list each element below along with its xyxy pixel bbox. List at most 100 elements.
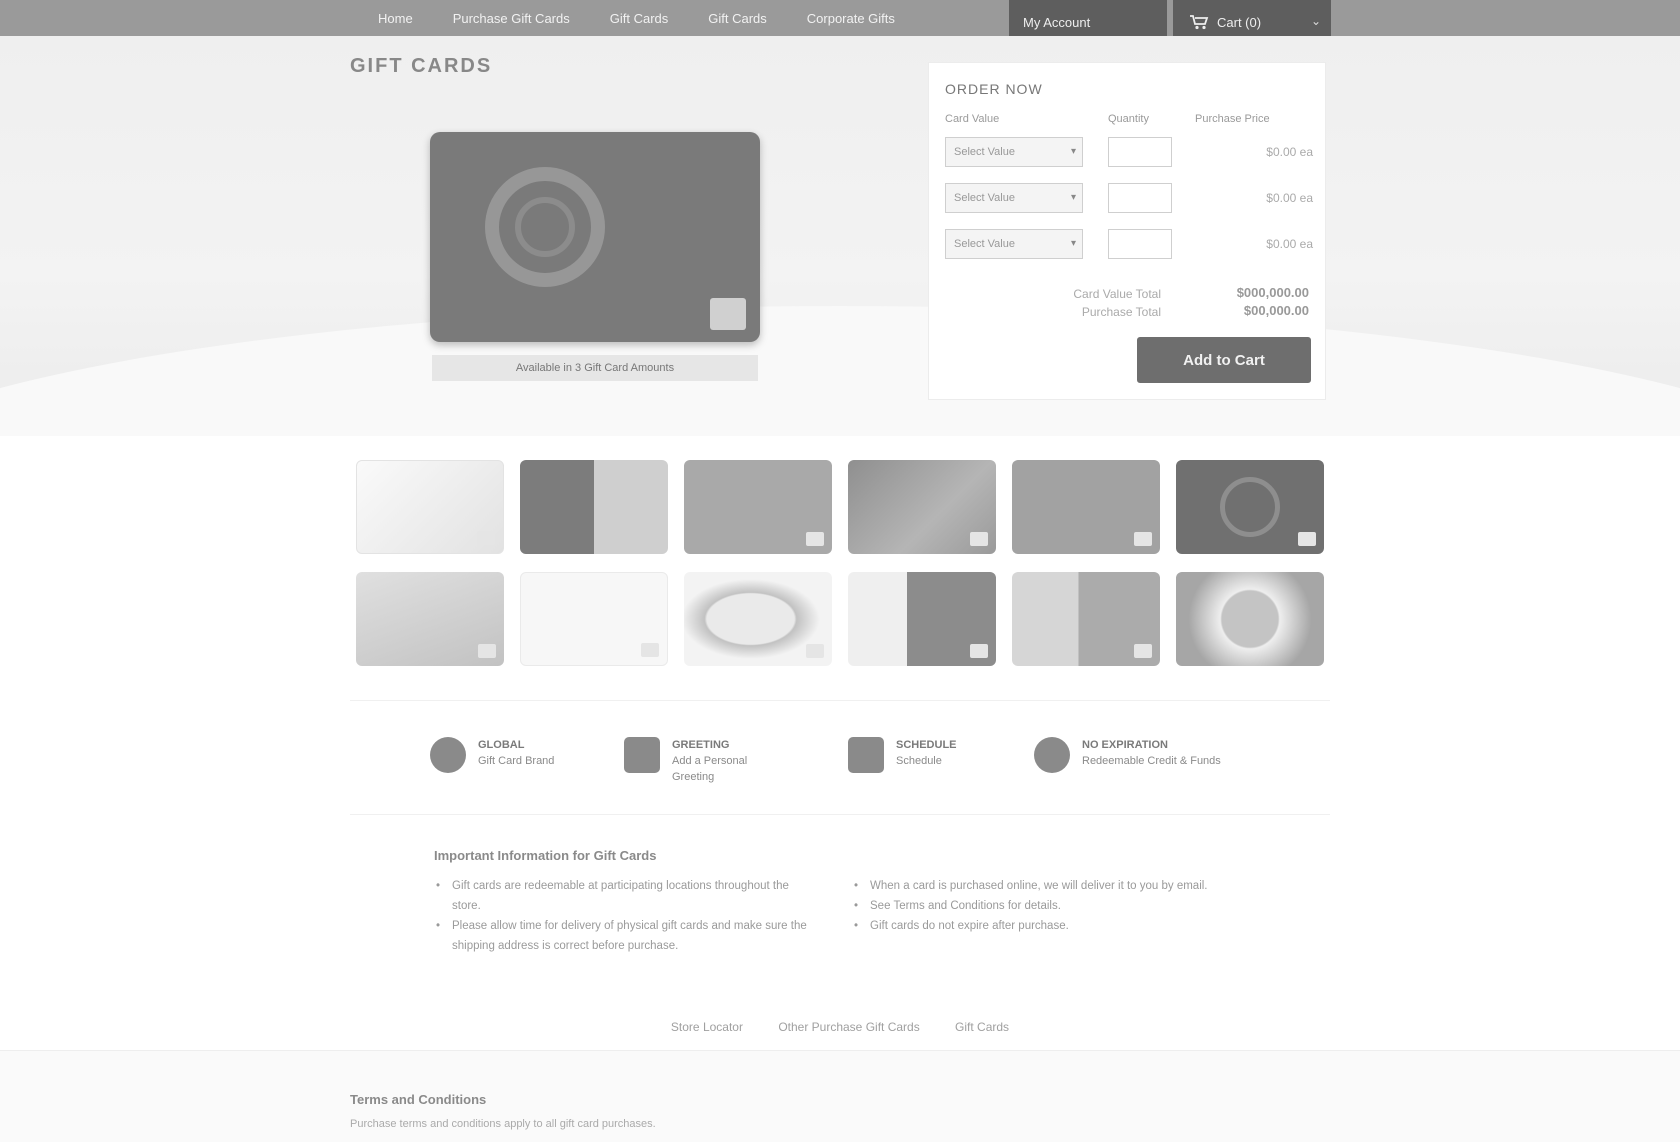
card-logo-badge	[970, 532, 988, 546]
order-panel: ORDER NOW Card Value Quantity Purchase P…	[928, 62, 1326, 400]
card-value-header: Card Value	[945, 113, 1000, 125]
footer-link-gift-cards[interactable]: Gift Cards	[955, 1020, 1009, 1034]
info-item: Please allow time for delivery of physic…	[434, 916, 814, 956]
info-item: Gift cards are redeemable at participati…	[434, 876, 814, 916]
info-title: Important Information for Gift Cards	[434, 848, 657, 863]
hero-background-arc	[0, 306, 1680, 436]
purchase-total-label: Purchase Total	[1081, 305, 1161, 319]
card-design-thumbnail[interactable]	[848, 460, 996, 554]
chevron-down-icon: ⌄	[1310, 14, 1321, 28]
nav-link-corporate[interactable]: Corporate Gifts	[807, 11, 895, 26]
info-list-right: When a card is purchased online, we will…	[852, 876, 1242, 936]
card-logo-badge	[1134, 644, 1152, 658]
feature-title: SCHEDULE	[896, 739, 957, 751]
info-item: Gift cards do not expire after purchase.	[852, 916, 1242, 936]
card-design-thumbnail[interactable]	[356, 572, 504, 666]
info-item: See Terms and Conditions for details.	[852, 896, 1242, 916]
terms-text: Purchase terms and conditions apply to a…	[350, 1118, 656, 1130]
page-title: GIFT CARDS	[350, 55, 493, 77]
quantity-header: Quantity	[1108, 113, 1149, 125]
card-value-total-label: Card Value Total	[1073, 287, 1161, 301]
quantity-input[interactable]	[1108, 137, 1172, 167]
card-value-select[interactable]: Select Value ▾	[945, 229, 1083, 259]
card-design-thumbnail[interactable]	[848, 572, 996, 666]
chevron-down-icon: ▾	[1070, 146, 1076, 157]
feature-item: NO EXPIRATION Redeemable Credit & Funds	[1034, 737, 1221, 773]
cart-icon	[1189, 14, 1209, 30]
card-logo-badge	[710, 298, 746, 330]
chevron-down-icon: ▾	[1070, 238, 1076, 249]
card-logo-badge	[1298, 532, 1316, 546]
hero-section	[0, 36, 1680, 436]
footer-link-other-gift-cards[interactable]: Other Purchase Gift Cards	[778, 1020, 919, 1034]
order-row: Select Value ▾ $0.00 ea	[945, 183, 1313, 215]
hero-caption: Available in 3 Gift Card Amounts	[432, 355, 758, 381]
chevron-down-icon: ▾	[1070, 192, 1076, 203]
features-strip: GLOBAL Gift Card Brand GREETING Add a Pers…	[350, 700, 1330, 815]
row-price: $0.00 ea	[1266, 237, 1313, 251]
card-design-thumbnail[interactable]	[1012, 460, 1160, 554]
add-to-cart-button[interactable]: Add to Cart	[1137, 337, 1311, 383]
card-design-thumbnail[interactable]	[684, 460, 832, 554]
card-logo-badge	[806, 644, 824, 658]
card-design-thumbnail[interactable]	[520, 460, 668, 554]
card-value-select-label: Select Value	[954, 146, 1015, 158]
card-value-select[interactable]: Select Value ▾	[945, 183, 1083, 213]
card-logo-badge	[478, 644, 496, 658]
card-logo-badge	[641, 643, 659, 657]
card-logo-badge	[970, 644, 988, 658]
feature-subtitle: Redeemable Credit & Funds	[1082, 755, 1221, 767]
globe-icon	[430, 737, 466, 773]
footer-links: Store Locator Other Purchase Gift Cards …	[0, 1020, 1680, 1034]
card-value-select[interactable]: Select Value ▾	[945, 137, 1083, 167]
order-title: ORDER NOW	[945, 81, 1043, 97]
card-design-thumbnail[interactable]	[1012, 572, 1160, 666]
card-logo-badge	[1134, 532, 1152, 546]
card-design-thumbnail[interactable]	[356, 460, 504, 554]
card-design-thumbnail[interactable]	[1176, 572, 1324, 666]
card-value-select-label: Select Value	[954, 192, 1015, 204]
terms-title: Terms and Conditions	[350, 1092, 487, 1107]
nav-link-home[interactable]: Home	[378, 11, 413, 26]
info-item: When a card is purchased online, we will…	[852, 876, 1242, 896]
gift-bag-icon	[624, 737, 660, 773]
feature-subtitle: Gift Card Brand	[478, 755, 555, 767]
feature-title: GREETING	[672, 739, 730, 751]
card-design-thumbnail[interactable]	[684, 572, 832, 666]
card-logo-badge	[477, 531, 495, 545]
info-list-left: Gift cards are redeemable at participati…	[434, 876, 814, 956]
purchase-total: $00,000.00	[1243, 303, 1309, 318]
featured-gift-card	[430, 132, 760, 342]
order-row: Select Value ▾ $0.00 ea	[945, 229, 1313, 261]
footer-link-store-locator[interactable]: Store Locator	[671, 1020, 743, 1034]
row-price: $0.00 ea	[1266, 191, 1313, 205]
feature-subtitle: Schedule	[896, 755, 942, 767]
card-design-thumbnail[interactable]	[520, 572, 668, 666]
card-value-total: $000,000.00	[1236, 285, 1309, 300]
feature-title: NO EXPIRATION	[1082, 739, 1168, 751]
quantity-input[interactable]	[1108, 183, 1172, 213]
nav-links: Home Purchase Gift Cards Gift Cards Gift…	[378, 0, 895, 36]
top-nav: Home Purchase Gift Cards Gift Cards Gift…	[0, 0, 1680, 44]
nav-link-gift-cards-2[interactable]: Gift Cards	[708, 11, 767, 26]
nav-link-purchase[interactable]: Purchase Gift Cards	[453, 11, 570, 26]
feature-item: GLOBAL Gift Card Brand	[430, 737, 554, 773]
calendar-icon	[848, 737, 884, 773]
card-emblem-icon	[1220, 477, 1280, 537]
account-label: My Account	[1023, 14, 1091, 30]
cart-label: Cart (0)	[1217, 14, 1262, 30]
footer-band	[0, 1050, 1680, 1142]
card-design-gallery	[356, 460, 1326, 666]
feature-item: GREETING Add a Personal Greeting	[624, 737, 782, 785]
row-price: $0.00 ea	[1266, 145, 1313, 159]
purchase-price-header: Purchase Price	[1195, 113, 1270, 125]
quantity-input[interactable]	[1108, 229, 1172, 259]
card-emblem-inner	[515, 197, 575, 257]
feature-subtitle: Add a Personal Greeting	[672, 755, 748, 783]
clock-icon	[1034, 737, 1070, 773]
card-design-thumbnail[interactable]	[1176, 460, 1324, 554]
card-value-select-label: Select Value	[954, 238, 1015, 250]
nav-link-gift-cards[interactable]: Gift Cards	[610, 11, 669, 26]
feature-title: GLOBAL	[478, 739, 525, 751]
feature-item: SCHEDULE Schedule	[848, 737, 957, 773]
